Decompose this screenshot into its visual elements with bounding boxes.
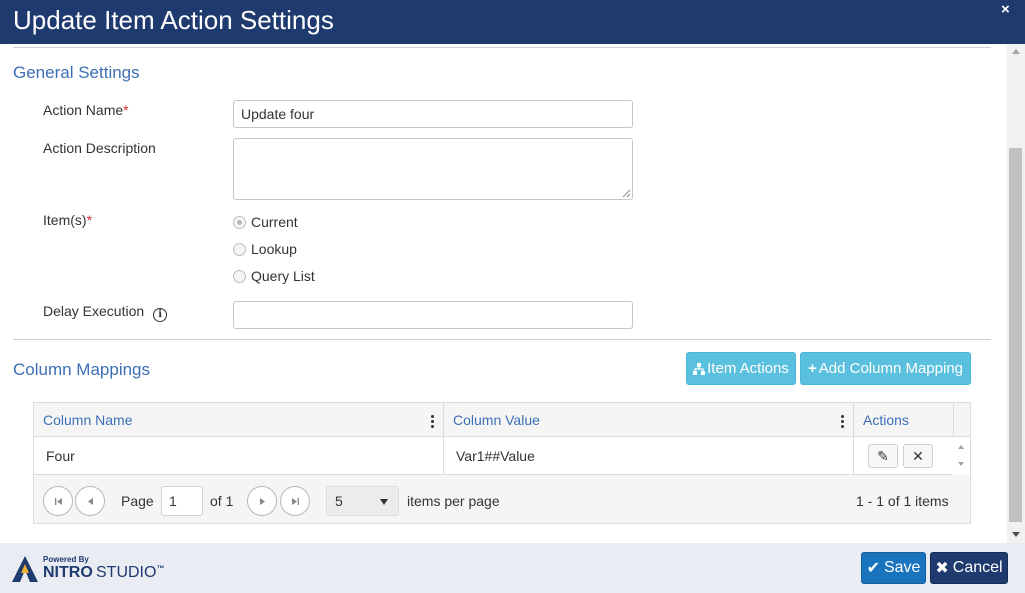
last-page-icon [291, 497, 299, 505]
prev-page-icon [87, 497, 93, 505]
items-per-page-label: items per page [407, 493, 500, 509]
edit-button[interactable]: ✎ [868, 444, 898, 468]
grid-header: Column Name Column Value Actions [34, 403, 970, 437]
delay-execution-label-text: Delay Execution [43, 303, 145, 319]
delay-execution-input[interactable] [233, 301, 633, 329]
column-header-column-name[interactable]: Column Name [34, 403, 444, 437]
column-header-column-value[interactable]: Column Value [444, 403, 854, 437]
action-name-label-text: Action Name [43, 102, 124, 118]
radio-query-list[interactable]: Query List [233, 267, 315, 285]
close-icon: ✕ [912, 447, 924, 464]
radio-lookup[interactable]: Lookup [233, 240, 297, 258]
action-name-input[interactable]: Update four [233, 100, 633, 128]
nitro-logo-icon [12, 556, 38, 582]
radio-current[interactable]: Current [233, 213, 298, 231]
check-icon: ✔ [866, 560, 880, 577]
save-button[interactable]: ✔ Save [861, 552, 926, 584]
next-page-button[interactable] [247, 486, 277, 516]
scroll-up-icon[interactable] [958, 445, 964, 449]
column-mappings-title: Column Mappings [13, 360, 151, 379]
close-icon: ✖ [935, 560, 949, 577]
radio-label-query-list: Query List [251, 268, 315, 284]
page-count-label: of 1 [210, 493, 234, 509]
cancel-label: Cancel [952, 559, 1003, 576]
item-actions-button[interactable]: Item Actions [686, 352, 796, 385]
divider [13, 47, 991, 48]
page-label: Page [121, 493, 154, 509]
save-label: Save [883, 559, 921, 576]
column-mappings-grid: Column Name Column Value Actions Four Va… [33, 402, 971, 524]
column-header-label: Column Name [43, 412, 133, 428]
logo-studio: STUDIO™ [96, 564, 164, 582]
items-label-text: Item(s) [43, 212, 87, 228]
radio-label-lookup: Lookup [251, 241, 297, 257]
dialog-title-bar: Update Item Action Settings × [0, 0, 1025, 44]
resize-grip-icon[interactable] [622, 189, 631, 198]
scroll-up-icon[interactable] [1012, 49, 1020, 54]
pager-summary: 1 - 1 of 1 items [856, 493, 949, 509]
page-number-input[interactable]: 1 [161, 486, 203, 516]
first-page-button[interactable] [43, 486, 73, 516]
column-header-label: Column Value [453, 412, 540, 428]
page-size-value: 5 [335, 493, 343, 509]
delete-button[interactable]: ✕ [903, 444, 933, 468]
chevron-down-icon [380, 499, 388, 505]
scroll-down-icon[interactable] [958, 462, 964, 466]
last-page-button[interactable] [280, 486, 310, 516]
item-actions-label: Item Actions [707, 360, 789, 377]
action-description-label: Action Description [43, 140, 156, 156]
radio-button-lookup[interactable] [233, 242, 246, 256]
divider [13, 339, 991, 340]
add-column-mapping-button[interactable]: + Add Column Mapping [800, 352, 971, 385]
logo-nitro: NITRO [43, 564, 93, 581]
scrollbar-thumb[interactable] [1009, 148, 1022, 522]
delay-execution-label: Delay Execution i [43, 303, 168, 322]
plus-icon: + [807, 360, 817, 377]
column-menu-icon[interactable] [841, 415, 844, 430]
info-icon[interactable]: i [153, 308, 168, 322]
dialog-scrollbar[interactable] [1007, 44, 1025, 543]
page-size-select[interactable]: 5 [326, 486, 399, 516]
nitro-studio-logo: Powered By NITRO STUDIO™ [12, 554, 172, 584]
items-label: Item(s)* [43, 212, 92, 228]
dialog-content: General Settings Action Name* Update fou… [0, 44, 1007, 543]
column-header-actions: Actions [854, 403, 954, 437]
required-mark: * [123, 102, 129, 118]
cell-column-value: Var1##Value [444, 437, 854, 475]
logo-trademark: ™ [156, 564, 165, 573]
general-settings-title: General Settings [13, 63, 140, 82]
logo-powered-by: Powered By [43, 555, 89, 564]
cancel-button[interactable]: ✖ Cancel [930, 552, 1008, 584]
first-page-icon [54, 497, 62, 505]
add-column-mapping-label: Add Column Mapping [818, 360, 964, 377]
close-icon[interactable]: × [1001, 1, 1010, 19]
next-page-icon [259, 497, 265, 505]
column-menu-icon[interactable] [431, 415, 434, 430]
required-mark: * [86, 212, 93, 228]
grid-scrollbar[interactable] [953, 437, 970, 475]
radio-button-current[interactable] [233, 215, 246, 229]
prev-page-button[interactable] [75, 486, 105, 516]
cell-column-name: Four [34, 437, 444, 475]
dialog-title: Update Item Action Settings [13, 5, 334, 35]
sitemap-icon [693, 362, 706, 375]
table-row: Four Var1##Value ✎ ✕ [34, 437, 970, 475]
grid-pager: Page 1 of 1 5 items per page 1 - 1 of 1 … [34, 476, 970, 523]
pencil-icon: ✎ [877, 447, 889, 464]
action-name-label: Action Name* [43, 102, 129, 118]
radio-button-query-list[interactable] [233, 269, 246, 283]
dialog-footer: Powered By NITRO STUDIO™ ✔ Save ✖ Cancel [0, 543, 1025, 593]
action-description-textarea[interactable] [233, 138, 633, 200]
radio-label-current: Current [251, 214, 298, 230]
column-header-label: Actions [863, 412, 909, 428]
logo-studio-text: STUDIO [96, 564, 157, 581]
scroll-down-icon[interactable] [1012, 532, 1020, 537]
